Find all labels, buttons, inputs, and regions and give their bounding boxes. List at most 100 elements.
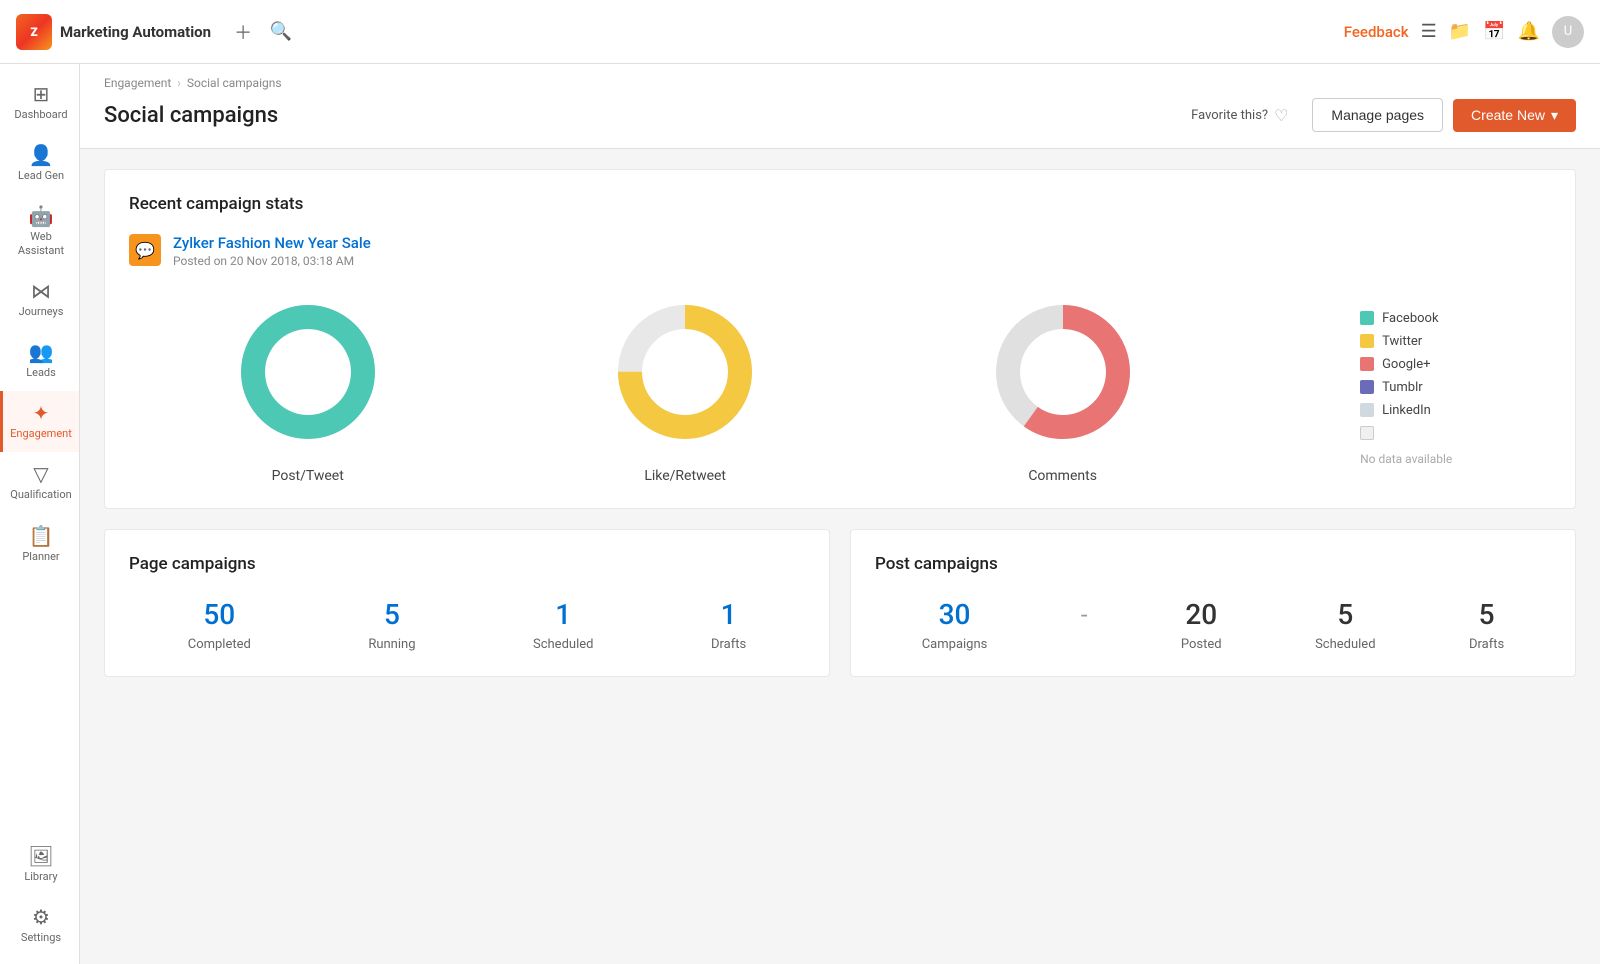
sidebar-item-planner[interactable]: 📋 Planner bbox=[0, 514, 79, 575]
post-stat-posted-value: 20 bbox=[1185, 598, 1217, 631]
post-stat-posted-label: Posted bbox=[1181, 637, 1222, 652]
post-stat-drafts-value: 5 bbox=[1479, 598, 1495, 631]
legend-dot-facebook bbox=[1360, 311, 1374, 325]
engagement-icon: ✦ bbox=[33, 403, 50, 423]
web-assistant-icon: 🤖 bbox=[29, 206, 54, 226]
folder-icon[interactable]: 📁 bbox=[1449, 21, 1471, 42]
topnav-actions: ＋ 🔍 bbox=[227, 16, 297, 48]
campaign-date: Posted on 20 Nov 2018, 03:18 AM bbox=[173, 254, 371, 268]
post-stat-campaigns-value: 30 bbox=[939, 598, 971, 631]
dropdown-arrow-icon: ▾ bbox=[1551, 107, 1558, 124]
post-campaigns-title: Post campaigns bbox=[875, 554, 1551, 574]
page-body: Recent campaign stats 💬 Zylker Fashion N… bbox=[80, 149, 1600, 697]
sidebar-item-qualification[interactable]: ▽ Qualification bbox=[0, 452, 79, 513]
feedback-link[interactable]: Feedback bbox=[1344, 23, 1409, 41]
recent-stats-card: Recent campaign stats 💬 Zylker Fashion N… bbox=[104, 169, 1576, 509]
legend-dot-twitter bbox=[1360, 334, 1374, 348]
chart-post-tweet: Post/Tweet bbox=[228, 292, 388, 484]
heart-icon[interactable]: ♡ bbox=[1274, 106, 1288, 125]
leads-icon: 👥 bbox=[29, 342, 54, 362]
donut-chart-post bbox=[228, 292, 388, 452]
sidebar-bottom: 🖼 Library ⚙ Settings bbox=[10, 834, 69, 956]
bell-icon[interactable]: 🔔 bbox=[1518, 21, 1540, 42]
sidebar-item-dashboard[interactable]: ⊞ Dashboard bbox=[0, 72, 79, 133]
sidebar-item-label: Leads bbox=[26, 366, 56, 379]
sidebar-item-library[interactable]: 🖼 Library bbox=[10, 834, 69, 895]
breadcrumb-current: Social campaigns bbox=[187, 76, 282, 90]
calendar-icon[interactable]: 📅 bbox=[1483, 21, 1505, 42]
no-data-label: No data available bbox=[1360, 452, 1452, 466]
chart-legend: Facebook Twitter Google+ Tumblr bbox=[1360, 311, 1452, 466]
chart-comments: Comments bbox=[983, 292, 1143, 484]
post-stat-campaigns: 30 Campaigns bbox=[922, 598, 988, 652]
page-campaigns-stats: 50 Completed 5 Running 1 Scheduled 1 bbox=[129, 598, 805, 652]
leadgen-icon: 👤 bbox=[29, 145, 54, 165]
page-stat-drafts-value: 1 bbox=[721, 598, 737, 631]
sidebar: ⊞ Dashboard 👤 Lead Gen 🤖 Web Assistant ⋈… bbox=[0, 64, 80, 964]
sidebar-item-settings[interactable]: ⚙ Settings bbox=[10, 895, 69, 956]
legend-dot-googleplus bbox=[1360, 357, 1374, 371]
sidebar-item-label: Lead Gen bbox=[18, 169, 64, 182]
legend-label-tumblr: Tumblr bbox=[1382, 380, 1423, 395]
list-icon[interactable]: ☰ bbox=[1421, 21, 1437, 42]
chart-post-tweet-label: Post/Tweet bbox=[272, 468, 344, 484]
main-layout: ⊞ Dashboard 👤 Lead Gen 🤖 Web Assistant ⋈… bbox=[0, 64, 1600, 964]
legend-googleplus: Google+ bbox=[1360, 357, 1452, 372]
chart-comments-label: Comments bbox=[1028, 468, 1097, 484]
sidebar-item-label: Dashboard bbox=[14, 108, 67, 121]
create-new-button[interactable]: Create New ▾ bbox=[1453, 99, 1576, 132]
legend-label-linkedin: LinkedIn bbox=[1382, 403, 1431, 418]
favorite-row: Favorite this? ♡ bbox=[1191, 106, 1288, 125]
breadcrumb-parent[interactable]: Engagement bbox=[104, 76, 171, 90]
search-icon: 🔍 bbox=[270, 21, 292, 42]
campaign-details: Zylker Fashion New Year Sale Posted on 2… bbox=[173, 234, 371, 268]
favorite-label: Favorite this? bbox=[1191, 108, 1268, 123]
page-campaigns-card: Page campaigns 50 Completed 5 Running 1 bbox=[104, 529, 830, 677]
page-stat-completed-value: 50 bbox=[203, 598, 235, 631]
donut-chart-like bbox=[605, 292, 765, 452]
dashboard-icon: ⊞ bbox=[33, 84, 50, 104]
logo-icon: Z bbox=[16, 14, 52, 50]
page-title-row: Social campaigns Favorite this? ♡ Manage… bbox=[104, 98, 1576, 148]
search-button[interactable]: 🔍 bbox=[265, 16, 297, 48]
sidebar-item-label: Planner bbox=[22, 550, 59, 563]
breadcrumb: Engagement › Social campaigns bbox=[104, 76, 1576, 90]
page-stat-running-label: Running bbox=[368, 637, 415, 652]
settings-icon: ⚙ bbox=[32, 907, 50, 927]
page-stat-completed: 50 Completed bbox=[188, 598, 251, 652]
legend-dot-linkedin bbox=[1360, 403, 1374, 417]
add-button[interactable]: ＋ bbox=[227, 16, 259, 48]
page-stat-scheduled: 1 Scheduled bbox=[533, 598, 593, 652]
page-stat-completed-label: Completed bbox=[188, 637, 251, 652]
legend-label-twitter: Twitter bbox=[1382, 334, 1422, 349]
user-avatar[interactable]: U bbox=[1552, 16, 1584, 48]
page-stat-scheduled-label: Scheduled bbox=[533, 637, 593, 652]
sidebar-item-leadgen[interactable]: 👤 Lead Gen bbox=[0, 133, 79, 194]
journeys-icon: ⋈ bbox=[31, 281, 51, 301]
sidebar-item-leads[interactable]: 👥 Leads bbox=[0, 330, 79, 391]
page-stat-running-value: 5 bbox=[384, 598, 400, 631]
sidebar-item-journeys[interactable]: ⋈ Journeys bbox=[0, 269, 79, 330]
sidebar-item-label: Library bbox=[24, 870, 57, 883]
manage-pages-button[interactable]: Manage pages bbox=[1312, 98, 1443, 132]
campaigns-row: Page campaigns 50 Completed 5 Running 1 bbox=[104, 529, 1576, 677]
sidebar-item-engagement[interactable]: ✦ Engagement bbox=[0, 391, 79, 452]
page-stat-drafts: 1 Drafts bbox=[711, 598, 746, 652]
post-stat-posted: 20 Posted bbox=[1181, 598, 1222, 652]
sidebar-item-label: Settings bbox=[21, 931, 61, 944]
app-name: Marketing Automation bbox=[60, 23, 211, 41]
campaign-name[interactable]: Zylker Fashion New Year Sale bbox=[173, 234, 371, 252]
plus-icon: ＋ bbox=[234, 19, 252, 45]
content-area: Engagement › Social campaigns Social cam… bbox=[80, 64, 1600, 964]
sidebar-item-web-assistant[interactable]: 🤖 Web Assistant bbox=[0, 194, 79, 268]
post-stat-scheduled-value: 5 bbox=[1337, 598, 1353, 631]
legend-linkedin: LinkedIn bbox=[1360, 403, 1452, 418]
page-stat-drafts-label: Drafts bbox=[711, 637, 746, 652]
legend-dot-tumblr bbox=[1360, 380, 1374, 394]
legend-twitter: Twitter bbox=[1360, 334, 1452, 349]
qualification-icon: ▽ bbox=[33, 464, 48, 484]
post-stat-scheduled: 5 Scheduled bbox=[1315, 598, 1375, 652]
legend-label-facebook: Facebook bbox=[1382, 311, 1438, 326]
chart-like-retweet-label: Like/Retweet bbox=[644, 468, 726, 484]
app-logo: Z Marketing Automation bbox=[16, 14, 211, 50]
